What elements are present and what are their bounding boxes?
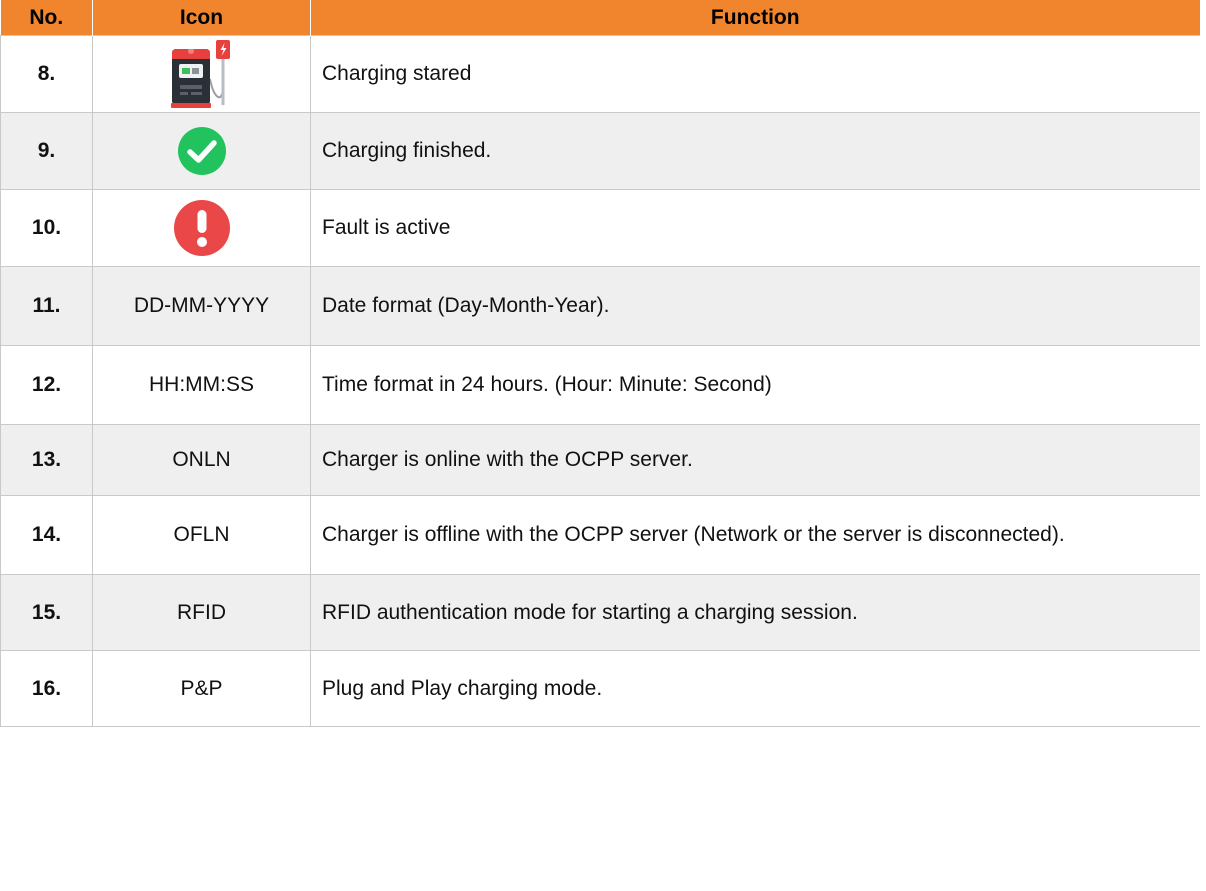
table-row: 16. P&P Plug and Play charging mode. <box>0 650 1200 727</box>
row-function: Fault is active <box>310 189 1200 267</box>
table-row: 8. Charging stared <box>0 35 1200 113</box>
table-header: No. Icon Function <box>0 0 1200 36</box>
table-row: 13. ONLN Charger is online with the OCPP… <box>0 424 1200 496</box>
row-function: Charging finished. <box>310 112 1200 190</box>
row-function: Date format (Day-Month-Year). <box>310 266 1200 346</box>
row-function: Charging stared <box>310 35 1200 113</box>
row-icon-text: RFID <box>92 574 311 651</box>
row-number: 10. <box>0 189 93 267</box>
row-icon-text: HH:MM:SS <box>92 345 311 425</box>
row-number: 11. <box>0 266 93 346</box>
row-number: 16. <box>0 650 93 727</box>
row-function: Charger is offline with the OCPP server … <box>310 495 1200 575</box>
table-row: 15. RFID RFID authentication mode for st… <box>0 574 1200 651</box>
header-icon: Icon <box>92 0 311 36</box>
row-number: 15. <box>0 574 93 651</box>
row-icon-text: DD-MM-YYYY <box>92 266 311 346</box>
charging-station-icon <box>170 39 234 109</box>
row-number: 8. <box>0 35 93 113</box>
table-row: 11. DD-MM-YYYY Date format (Day-Month-Ye… <box>0 266 1200 346</box>
red-exclamation-circle-icon <box>173 199 231 257</box>
row-number: 9. <box>0 112 93 190</box>
row-icon-cell <box>92 112 311 190</box>
table-row: 9. Charging finished. <box>0 112 1200 190</box>
header-no: No. <box>0 0 93 36</box>
row-function: Charger is online with the OCPP server. <box>310 424 1200 496</box>
row-icon-cell <box>92 189 311 267</box>
row-icon-text: ONLN <box>92 424 311 496</box>
header-function: Function <box>310 0 1200 36</box>
table-row: 10. Fault is active <box>0 189 1200 267</box>
row-function: RFID authentication mode for starting a … <box>310 574 1200 651</box>
row-icon-cell <box>92 35 311 113</box>
green-check-circle-icon <box>177 126 227 176</box>
row-number: 12. <box>0 345 93 425</box>
header-row: No. Icon Function <box>0 0 1200 36</box>
table-row: 14. OFLN Charger is offline with the OCP… <box>0 495 1200 575</box>
icon-function-table: No. Icon Function 8. Charging stared 9. … <box>0 0 1200 727</box>
row-number: 13. <box>0 424 93 496</box>
row-number: 14. <box>0 495 93 575</box>
row-icon-text: OFLN <box>92 495 311 575</box>
row-icon-text: P&P <box>92 650 311 727</box>
row-function: Time format in 24 hours. (Hour: Minute: … <box>310 345 1200 425</box>
table-body: 8. Charging stared 9. Charging finished.… <box>0 35 1200 727</box>
row-function: Plug and Play charging mode. <box>310 650 1200 727</box>
table-row: 12. HH:MM:SS Time format in 24 hours. (H… <box>0 345 1200 425</box>
